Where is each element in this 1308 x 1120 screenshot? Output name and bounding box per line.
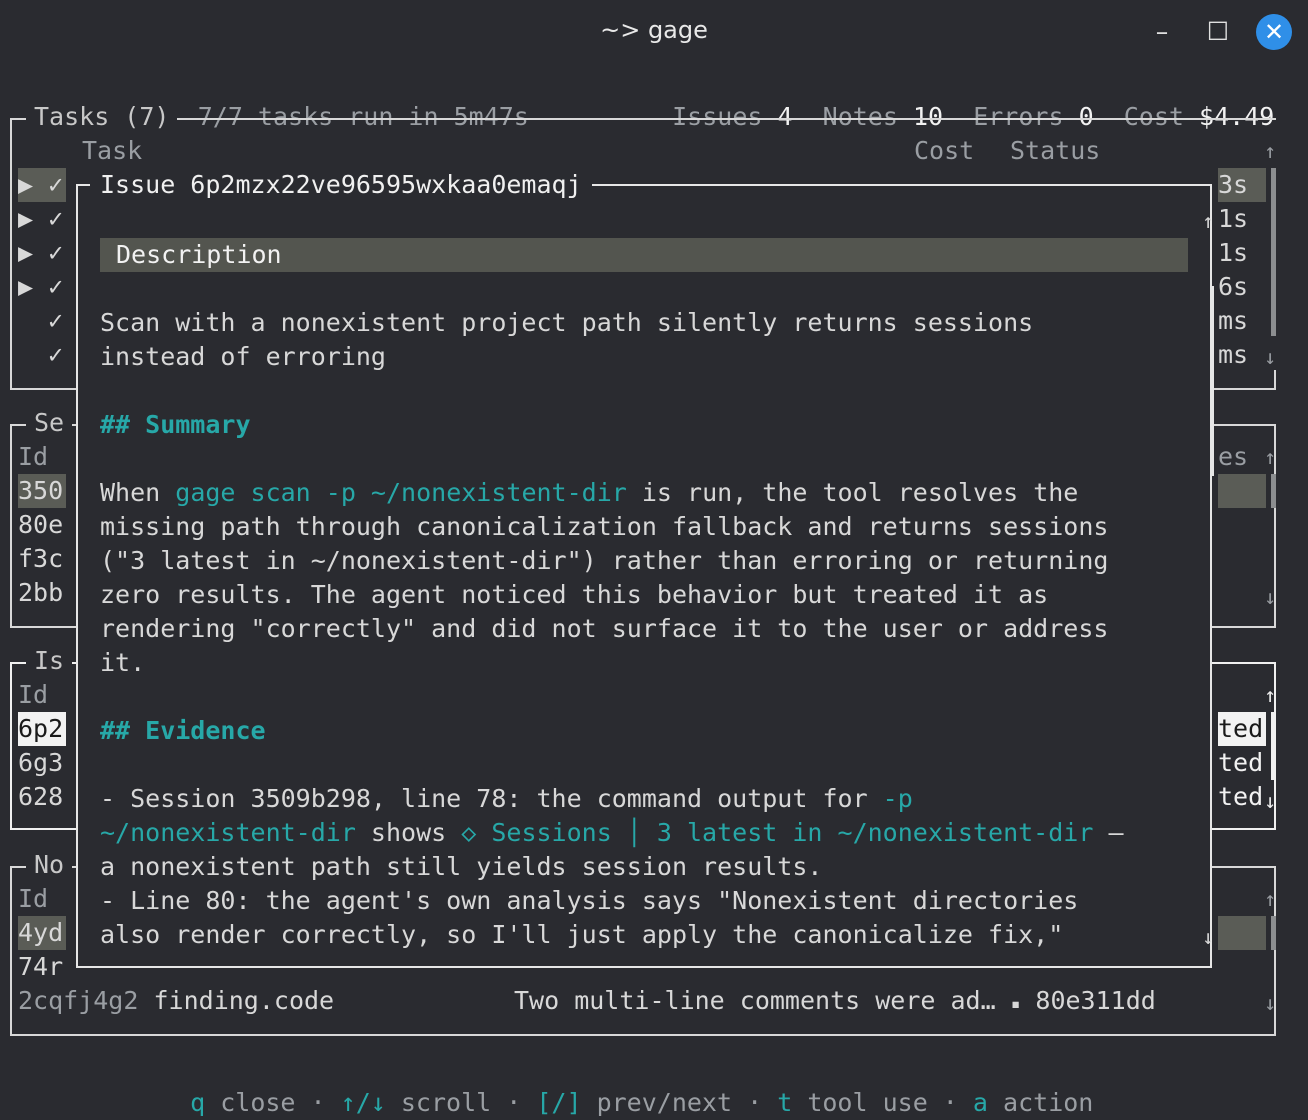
sessions-scroll-down[interactable]: ↓ [1264,580,1276,614]
task-row-6-status: ms [1218,340,1249,369]
task-row-1-status: 3s [1218,168,1266,202]
session-row-2[interactable]: 80e [18,508,63,542]
evidence-line-5: also render correctly, so I'll just appl… [100,920,1064,949]
note-row-1[interactable]: 4yd [18,916,66,950]
issue-modal: Issue 6p2mzx22ve96595wxkaa0emaqj Descrip… [76,168,1214,968]
footer-keybar: q close · ↑/↓ scroll · [/] prev/next · t… [190,1088,1094,1117]
note-id: 2cqfj4g2 [18,986,139,1015]
task-row-1-marker[interactable]: ▶ ✓ [18,168,66,202]
task-row-3-marker[interactable]: ▶ ✓ [18,236,63,270]
note-session: 80e311dd [1035,986,1156,1015]
session-row-1-highlight [1218,474,1266,508]
notes-col-id: Id [18,884,49,913]
note-row-3-text: Two multi-line comments were ad… ▪ 80e31… [514,986,1156,1015]
summary-line-4: zero results. The agent noticed this beh… [100,580,1049,609]
issues-scroll-up[interactable]: ↑ [1264,678,1276,712]
key-action[interactable]: a [973,1088,988,1117]
summary-line-1: When gage scan -p ~/nonexistent-dir is r… [100,478,1079,507]
issue-row-1-status: ted [1218,712,1266,746]
tasks-scrollbar[interactable] [1271,168,1276,336]
notes-scroll-down[interactable]: ↓ [1264,986,1276,1020]
key-prev-next[interactable]: [/] [536,1088,581,1117]
issue-row-3-id[interactable]: 628 [18,780,63,814]
session-row-4[interactable]: 2bb [18,576,63,610]
task-row-5-marker[interactable]: ✓ [48,304,63,338]
evidence-line-4: - Line 80: the agent's own analysis says… [100,886,1079,915]
issues-col-id: Id [18,680,49,709]
task-row-2-status: 1s [1218,204,1249,233]
summary-heading: ## Summary [100,410,251,439]
issue-row-2-status: ted [1218,748,1264,777]
task-row-5-status: ms [1218,306,1249,335]
tasks-col-task: Task [82,136,143,165]
tasks-scroll-down[interactable]: ↓ [1264,340,1276,374]
notes-panel-title: No [26,848,73,882]
summary-line-2: missing path through canonicalization fa… [100,512,1109,541]
session-row-3[interactable]: f3c [18,542,63,576]
sessions-col-id: Id [18,442,49,471]
sessions-scrollbar[interactable] [1271,474,1276,508]
summary-line-6: it. [100,648,146,677]
modal-scrollbar[interactable] [1210,286,1214,476]
evidence-line-1: - Session 3509b298, line 78: the command… [100,784,913,813]
task-row-4-status: 6s [1218,272,1249,301]
issue-row-1-id[interactable]: 6p2 [18,712,66,746]
tasks-col-cost: Cost [914,136,975,165]
task-row-2-marker[interactable]: ▶ ✓ [18,202,63,236]
session-row-1[interactable]: 350 [18,474,66,508]
note-kind: finding.code [153,986,335,1015]
description-section-label: Description [116,240,282,269]
issues-panel-title: Is [26,644,73,678]
key-tool-use[interactable]: t [777,1088,792,1117]
description-line-2: instead of erroring [100,342,386,371]
tasks-scroll-up[interactable]: ↑ [1264,134,1276,168]
evidence-line-3: a nonexistent path still yields session … [100,852,823,881]
notes-scroll-up[interactable]: ↑ [1264,882,1276,916]
key-q[interactable]: q [190,1088,205,1117]
task-row-4-marker[interactable]: ▶ ✓ [18,270,63,304]
task-row-3-status: 1s [1218,238,1249,267]
sessions-panel-title: Se [26,406,73,440]
issue-row-2-id[interactable]: 6g3 [18,746,63,780]
tasks-panel-title: Tasks (7) [26,100,178,134]
modal-scroll-down[interactable]: ↓ [1202,920,1214,954]
tasks-col-status: Status [1010,136,1101,165]
modal-scroll-up[interactable]: ↑ [1202,204,1214,238]
note-row-2[interactable]: 74r [18,950,63,984]
close-icon[interactable]: ✕ [1256,14,1292,50]
bullet-icon: ▪ [1010,994,1021,1013]
key-scroll[interactable]: ↑/↓ [341,1088,386,1117]
note-row-1-highlight [1218,916,1266,950]
task-row-6-marker[interactable]: ✓ [48,338,63,372]
maximize-icon[interactable]: ☐ [1200,14,1236,50]
description-line-1: Scan with a nonexistent project path sil… [100,308,1034,337]
window-title: ~> gage [600,16,708,44]
modal-title: Issue 6p2mzx22ve96595wxkaa0emaqj [90,168,592,202]
issues-scroll-down[interactable]: ↓ [1264,784,1276,818]
minimize-icon[interactable]: – [1144,14,1180,50]
sessions-col-tail: es [1218,442,1249,471]
evidence-heading: ## Evidence [100,716,266,745]
issues-scrollbar[interactable] [1271,712,1276,780]
note-row-3[interactable]: 2cqfj4g2 finding.code [18,984,334,1018]
summary-line-5: rendering "correctly" and did not surfac… [100,614,1109,643]
evidence-line-2: ~/nonexistent-dir shows ◇ Sessions │ 3 l… [100,818,1124,847]
window-titlebar: ~> gage – ☐ ✕ [0,0,1308,66]
inline-code: gage scan -p ~/nonexistent-dir [175,478,627,507]
summary-line-3: ("3 latest in ~/nonexistent-dir") rather… [100,546,1109,575]
sessions-scroll-up[interactable]: ↑ [1264,440,1276,474]
issue-row-3-status: ted [1218,782,1264,811]
notes-scrollbar[interactable] [1271,916,1276,950]
